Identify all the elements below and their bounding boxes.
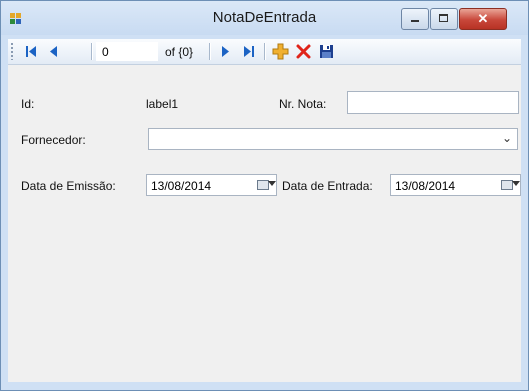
- move-first-button[interactable]: [21, 41, 42, 62]
- move-first-icon: [26, 46, 36, 57]
- data-entrada-datepicker[interactable]: 13/08/2014: [390, 174, 521, 196]
- move-previous-button[interactable]: [44, 41, 65, 62]
- id-value: label1: [146, 97, 179, 111]
- nr-nota-input[interactable]: [347, 91, 519, 114]
- fornecedor-combobox[interactable]: ⌄: [148, 128, 518, 150]
- record-count-label: of {0}: [165, 45, 194, 59]
- add-new-button[interactable]: [270, 41, 291, 62]
- dropdown-arrow-icon[interactable]: [512, 181, 520, 186]
- data-emissao-label: Data de Emissão:: [21, 179, 116, 193]
- move-next-button[interactable]: [215, 41, 236, 62]
- delete-icon: [296, 44, 311, 59]
- move-last-icon: [244, 46, 254, 57]
- move-last-button[interactable]: [238, 41, 259, 62]
- maximize-icon: [439, 14, 448, 22]
- data-emissao-datepicker[interactable]: 13/08/2014: [146, 174, 277, 196]
- fornecedor-label: Fornecedor:: [21, 133, 86, 147]
- close-icon: ✕: [477, 11, 489, 26]
- delete-button[interactable]: [293, 41, 314, 62]
- minimize-button[interactable]: [401, 8, 429, 30]
- form-client-area: of {0}: [8, 39, 521, 382]
- toolbar-grip[interactable]: [11, 43, 13, 60]
- nr-nota-label: Nr. Nota:: [279, 97, 327, 111]
- data-entrada-label: Data de Entrada:: [282, 179, 373, 193]
- id-label: Id:: [21, 97, 35, 111]
- save-icon: [320, 45, 333, 58]
- save-button[interactable]: [316, 41, 337, 62]
- chevron-down-icon[interactable]: ⌄: [502, 131, 512, 145]
- data-entrada-value: 13/08/2014: [395, 179, 456, 193]
- minimize-icon: [411, 20, 419, 22]
- title-bar[interactable]: NotaDeEntrada ✕: [1, 1, 528, 35]
- dropdown-arrow-icon[interactable]: [268, 181, 276, 186]
- binding-navigator: of {0}: [8, 39, 521, 65]
- main-window: NotaDeEntrada ✕ 0 of {0} Id: label1 Nr. …: [0, 0, 529, 391]
- move-previous-icon: [50, 46, 57, 57]
- data-emissao-value: 13/08/2014: [151, 179, 212, 193]
- move-next-icon: [222, 46, 229, 57]
- toolbar-separator: [264, 43, 266, 60]
- toolbar-separator: [91, 43, 93, 60]
- position-input[interactable]: [96, 42, 158, 61]
- toolbar-separator: [209, 43, 211, 60]
- close-button[interactable]: ✕: [459, 8, 507, 30]
- add-new-icon: [272, 43, 289, 60]
- maximize-button[interactable]: [430, 8, 458, 30]
